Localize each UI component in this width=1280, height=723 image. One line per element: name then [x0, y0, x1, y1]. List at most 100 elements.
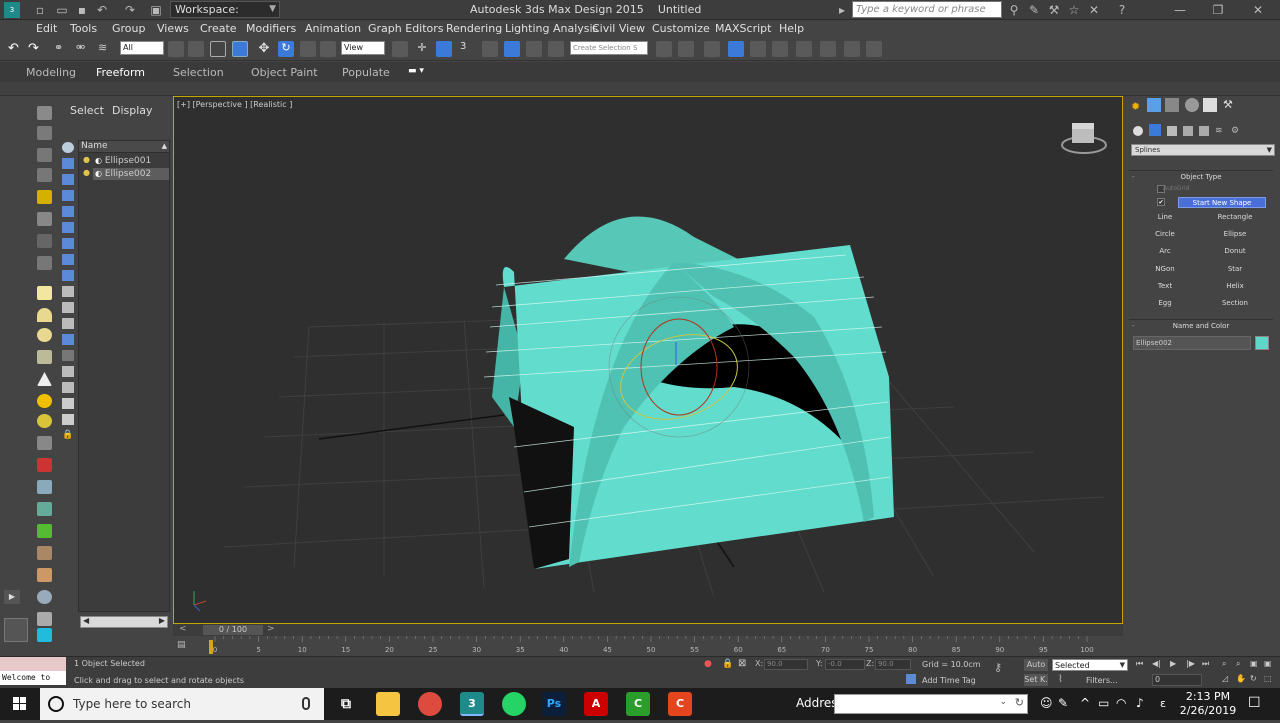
- geometry-icon[interactable]: [37, 286, 52, 300]
- hierarchy-view-icon[interactable]: [62, 382, 74, 393]
- cone-icon[interactable]: [37, 372, 52, 386]
- display-tab-icon[interactable]: [1203, 98, 1217, 112]
- rectangular-selection-icon[interactable]: [210, 41, 226, 57]
- light-icon[interactable]: [37, 190, 52, 204]
- render-setup-icon[interactable]: [844, 41, 860, 57]
- explorer-tab-select[interactable]: Select: [70, 104, 104, 117]
- column-header-name[interactable]: Name ▲: [79, 141, 169, 153]
- particle-icon[interactable]: [37, 436, 52, 450]
- filter-geometry-icon[interactable]: [62, 142, 74, 153]
- circle-button[interactable]: Circle: [1135, 227, 1195, 241]
- project-folder-icon[interactable]: ▣: [148, 2, 164, 18]
- menu-animation[interactable]: Animation: [305, 22, 361, 35]
- 3dsmax-taskbar-icon[interactable]: 3: [460, 692, 484, 716]
- filter-bones-icon[interactable]: [62, 270, 74, 281]
- minimize-icon[interactable]: —: [1172, 2, 1188, 18]
- explorer-select-icon[interactable]: [37, 106, 52, 120]
- menu-tools[interactable]: Tools: [70, 22, 97, 35]
- photoshop-icon[interactable]: Ps: [542, 692, 566, 716]
- horizontal-scrollbar[interactable]: ◀ ▶: [80, 616, 168, 628]
- toggle-scene-explorer-icon[interactable]: [704, 41, 720, 57]
- add-time-tag-button[interactable]: Add Time Tag: [922, 676, 976, 685]
- ribbon-options-icon[interactable]: ▬ ▾: [408, 66, 424, 76]
- keyboard-shortcut-override-icon[interactable]: [436, 41, 452, 57]
- subscription-icon[interactable]: ✎: [1026, 2, 1042, 18]
- key-filters-icon[interactable]: ⌇: [1058, 674, 1063, 685]
- pivot-center-icon[interactable]: [392, 41, 408, 57]
- scene-states-icon[interactable]: [37, 628, 52, 642]
- scroll-right-icon[interactable]: ▶: [159, 616, 165, 625]
- z-coord-field[interactable]: 90.0: [875, 659, 911, 670]
- helper-icon[interactable]: [37, 234, 52, 248]
- time-slider[interactable]: < 0 / 100 >: [173, 624, 1123, 636]
- current-frame-field[interactable]: 0: [1152, 674, 1202, 686]
- viewport-layout-icon[interactable]: [4, 618, 28, 642]
- ngon-button[interactable]: NGon: [1135, 262, 1195, 276]
- zoom-icon[interactable]: ⌕: [1222, 659, 1226, 669]
- filter-spacewarps-icon[interactable]: [62, 222, 74, 233]
- tab-object-paint[interactable]: Object Paint: [251, 66, 318, 79]
- globe-icon[interactable]: [37, 590, 52, 604]
- favorites-star-icon[interactable]: ☆: [1066, 2, 1082, 18]
- snaps-toggle-icon[interactable]: 3: [460, 41, 476, 57]
- modify-tab-icon[interactable]: [1147, 98, 1161, 112]
- time-tag-icon[interactable]: [906, 674, 916, 684]
- select-by-name-icon[interactable]: [188, 41, 204, 57]
- menu-create[interactable]: Create: [200, 22, 237, 35]
- named-selection-input[interactable]: Create Selection S: [570, 41, 648, 55]
- name-and-color-rollout[interactable]: - Name and Color: [1129, 319, 1273, 331]
- mini-curve-editor-icon[interactable]: ▤: [177, 640, 191, 652]
- filter-none-icon[interactable]: [62, 302, 74, 313]
- category-dropdown[interactable]: Splines ▼: [1131, 144, 1275, 156]
- help-icon[interactable]: ?: [1114, 2, 1130, 18]
- helpers-category-icon[interactable]: [1199, 126, 1209, 136]
- action-center-icon[interactable]: ☐: [1248, 695, 1261, 711]
- next-frame-icon[interactable]: |▶: [1186, 659, 1195, 668]
- ribbon-toggle-icon[interactable]: [750, 41, 766, 57]
- menu-civil-view[interactable]: Civil View: [592, 22, 645, 35]
- input-language-indicator[interactable]: ε: [1160, 697, 1166, 710]
- show-hidden-icons-chevron-icon[interactable]: ^: [1080, 696, 1090, 710]
- utilities-icon[interactable]: [37, 568, 52, 582]
- y-coord-field[interactable]: -0.0: [825, 659, 865, 670]
- move-icon[interactable]: ✥: [256, 41, 272, 57]
- select-manipulate-icon[interactable]: ✛: [414, 41, 430, 57]
- lock-selection-icon[interactable]: 🔒: [722, 659, 733, 669]
- modifier-icon[interactable]: [37, 458, 52, 472]
- filter-xrefs-icon[interactable]: [62, 254, 74, 265]
- app-logo-icon[interactable]: 3: [4, 2, 20, 18]
- auto-key-button[interactable]: Auto: [1024, 659, 1048, 671]
- menu-help[interactable]: Help: [779, 22, 804, 35]
- set-key-button[interactable]: Set K.: [1024, 674, 1048, 686]
- unlink-icon[interactable]: ⚮: [76, 41, 92, 57]
- menu-graph-editors[interactable]: Graph Editors: [368, 22, 444, 35]
- rotate-icon[interactable]: ↻: [278, 41, 294, 57]
- window-crossing-icon[interactable]: [232, 41, 248, 57]
- close-icon[interactable]: ✕: [1250, 2, 1266, 18]
- keyword-search-input[interactable]: Type a keyword or phrase: [852, 1, 1002, 18]
- bone-icon[interactable]: [37, 350, 52, 364]
- pan-view-icon[interactable]: ✋: [1236, 674, 1246, 683]
- field-of-view-icon[interactable]: ◿: [1222, 674, 1228, 683]
- play-icon[interactable]: ▶: [1170, 659, 1176, 668]
- tab-freeform[interactable]: Freeform: [96, 66, 145, 79]
- motion-tab-icon[interactable]: [1185, 98, 1199, 112]
- microphone-icon[interactable]: [302, 697, 310, 710]
- tree-icon[interactable]: [37, 524, 52, 538]
- display-icon[interactable]: [37, 546, 52, 560]
- viewcube-icon[interactable]: [1061, 123, 1107, 154]
- filter-hidden-icon[interactable]: [62, 398, 74, 409]
- sun-icon[interactable]: [37, 394, 52, 408]
- list-item-selected[interactable]: ◐ Ellipse002: [93, 168, 169, 180]
- selection-filter-dropdown[interactable]: All: [120, 41, 164, 55]
- mirror-icon[interactable]: [656, 41, 672, 57]
- shapes-category-icon[interactable]: [1149, 124, 1161, 136]
- close-search-icon[interactable]: ✕: [1086, 2, 1102, 18]
- taskbar-search-box[interactable]: Type here to search: [40, 688, 324, 720]
- donut-button[interactable]: Donut: [1205, 244, 1265, 258]
- motion-icon[interactable]: [37, 502, 52, 516]
- goto-end-icon[interactable]: ⏭: [1202, 659, 1209, 669]
- isolate-selection-icon[interactable]: ●: [704, 659, 712, 669]
- sync-selection-icon[interactable]: [62, 350, 74, 361]
- start-new-shape-button[interactable]: Start New Shape: [1178, 197, 1266, 208]
